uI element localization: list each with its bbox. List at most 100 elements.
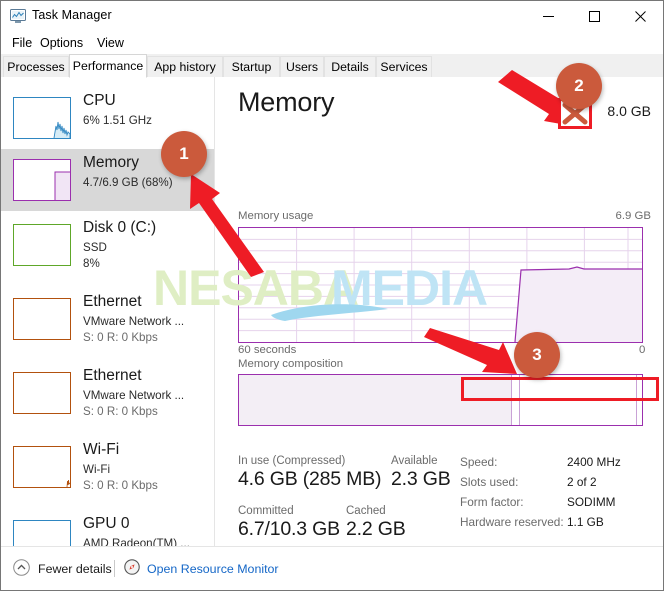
window-controls <box>525 1 663 32</box>
menu-options[interactable]: Options <box>36 35 87 51</box>
disk-thumbnail-graph <box>13 224 71 266</box>
stat-value: 2.3 GB <box>391 468 451 490</box>
sidebar-item-detail: SSD <box>83 241 107 254</box>
detail-value: 2 of 2 <box>567 475 597 489</box>
stat-label: Available <box>391 455 438 467</box>
graph-axis-right-label: 0 <box>639 344 646 356</box>
menu-view[interactable]: View <box>93 35 128 51</box>
stat-label: In use (Compressed) <box>238 455 346 467</box>
ethernet-thumbnail-graph <box>13 298 71 340</box>
minimize-icon[interactable] <box>525 1 571 32</box>
content-area: CPU 6% 1.51 GHz Memory 4.7/6.9 GB (68%) … <box>1 77 663 590</box>
sidebar-item-label: Wi-Fi <box>83 441 120 458</box>
stat-value: 2.2 GB <box>346 518 406 540</box>
ethernet-thumbnail-graph-2 <box>13 372 71 414</box>
stat-cached: Cached 2.2 GB <box>346 505 406 541</box>
status-bar: Fewer details Open Resource Monitor <box>1 546 663 590</box>
stat-label: Cached <box>346 505 386 517</box>
memory-thumbnail-graph <box>13 159 71 201</box>
status-divider <box>114 560 115 577</box>
memory-usage-caption: Memory usage <box>238 210 314 222</box>
window-title: Task Manager <box>32 8 112 22</box>
task-manager-icon <box>10 9 26 24</box>
detail-value-form-factor: SODIMM <box>567 495 616 509</box>
sidebar-item-label: Memory <box>83 154 139 171</box>
cpu-thumbnail-graph <box>13 97 71 139</box>
sidebar-item-detail: VMware Network ... <box>83 389 185 402</box>
maximize-icon[interactable] <box>571 1 617 32</box>
menu-bar: File Options View <box>1 32 663 54</box>
sidebar-item-ethernet-1[interactable]: Ethernet VMware Network ... S: 0 R: 0 Kb… <box>1 288 214 362</box>
fewer-details-label: Fewer details <box>38 562 112 576</box>
tab-details[interactable]: Details <box>324 56 376 77</box>
sidebar-item-detail-2: S: 0 R: 0 Kbps <box>83 405 158 418</box>
sidebar-divider <box>214 77 215 546</box>
memory-usage-max: 6.9 GB <box>615 210 651 222</box>
stat-available: Available 2.3 GB <box>391 455 451 491</box>
detail-value: 2400 MHz <box>567 455 621 469</box>
fewer-details-button[interactable]: Fewer details <box>13 559 112 579</box>
sidebar-item-ethernet-2[interactable]: Ethernet VMware Network ... S: 0 R: 0 Kb… <box>1 362 214 436</box>
detail-row-hardware-reserved: Hardware reserved: <box>460 515 564 529</box>
title-bar: Task Manager <box>1 1 663 32</box>
detail-label: Speed: <box>460 455 498 469</box>
sidebar-item-detail: Wi-Fi <box>83 463 111 476</box>
memory-composition-caption: Memory composition <box>238 358 344 370</box>
detail-value: 1.1 GB <box>567 515 604 529</box>
detail-label: Hardware reserved: <box>460 515 564 529</box>
stat-committed: Committed 6.7/10.3 GB <box>238 505 340 541</box>
stat-value: 6.7/10.3 GB <box>238 518 340 540</box>
stat-label: Committed <box>238 505 294 517</box>
sidebar-item-detail: AMD Radeon(TM) ... <box>83 537 190 546</box>
detail-row-form-factor: Form factor: <box>460 495 524 509</box>
tab-users[interactable]: Users <box>280 56 324 77</box>
open-resource-monitor-label: Open Resource Monitor <box>147 561 279 576</box>
detail-value-hardware-reserved: 1.1 GB <box>567 515 604 529</box>
speed-row-highlight <box>461 377 659 401</box>
sidebar-item-detail-2: 8% <box>83 257 100 270</box>
tab-processes[interactable]: Processes <box>3 56 69 77</box>
detail-label: Slots used: <box>460 475 519 489</box>
total-memory-value: 8.0 GB <box>607 103 651 119</box>
open-resource-monitor-link[interactable]: Open Resource Monitor <box>124 559 279 578</box>
stat-in-use: In use (Compressed) 4.6 GB (285 MB) <box>238 455 382 491</box>
menu-file[interactable]: File <box>8 35 36 51</box>
sidebar-item-label: CPU <box>83 92 116 109</box>
sidebar-item-detail: 6% 1.51 GHz <box>83 114 152 127</box>
gpu-thumbnail-graph <box>13 520 71 546</box>
task-manager-window: Task Manager File Options View Processes… <box>0 0 664 591</box>
chevron-up-circle-icon <box>13 559 30 579</box>
sidebar-item-disk0[interactable]: Disk 0 (C:) SSD 8% <box>1 214 214 288</box>
tab-performance[interactable]: Performance <box>69 54 147 78</box>
sidebar-item-detail-2: S: 0 R: 0 Kbps <box>83 331 158 344</box>
graph-axis-left-label: 60 seconds <box>238 344 297 356</box>
detail-row-slots: Slots used: <box>460 475 518 489</box>
tab-startup[interactable]: Startup <box>223 56 280 77</box>
tab-app-history[interactable]: App history <box>147 56 223 77</box>
resource-monitor-icon <box>124 559 140 578</box>
detail-label: Form factor: <box>460 495 524 509</box>
sidebar-item-wifi[interactable]: Wi-Fi Wi-Fi S: 0 R: 0 Kbps <box>1 436 214 510</box>
annotation-badge-3: 3 <box>514 332 560 378</box>
sidebar-item-detail-2: S: 0 R: 0 Kbps <box>83 479 158 492</box>
detail-value: SODIMM <box>567 495 616 509</box>
detail-row-speed: Speed: <box>460 455 497 469</box>
sidebar-item-gpu0[interactable]: GPU 0 AMD Radeon(TM) ... 3% <box>1 510 214 546</box>
annotation-badge-2: 2 <box>556 63 602 109</box>
detail-value-slots: 2 of 2 <box>567 475 597 489</box>
annotation-badge-1: 1 <box>161 131 207 177</box>
sidebar-item-detail: VMware Network ... <box>83 315 185 328</box>
memory-detail-panel: Memory 8.0 GB Memory usage 6.9 GB 60 sec… <box>215 77 663 590</box>
sidebar-item-detail: 4.7/6.9 GB (68%) <box>83 176 173 189</box>
sidebar-item-label: Disk 0 (C:) <box>83 219 157 236</box>
close-icon[interactable] <box>617 1 663 32</box>
tab-services[interactable]: Services <box>376 56 432 77</box>
sidebar-item-label: Ethernet <box>83 293 142 310</box>
sidebar-item-label: GPU 0 <box>83 515 130 532</box>
page-title: Memory <box>238 87 335 117</box>
sidebar-item-label: Ethernet <box>83 367 142 384</box>
detail-value-speed: 2400 MHz <box>567 455 621 469</box>
wifi-thumbnail-graph <box>13 446 71 488</box>
memory-usage-graph <box>238 227 643 343</box>
stat-value: 4.6 GB (285 MB) <box>238 468 382 490</box>
